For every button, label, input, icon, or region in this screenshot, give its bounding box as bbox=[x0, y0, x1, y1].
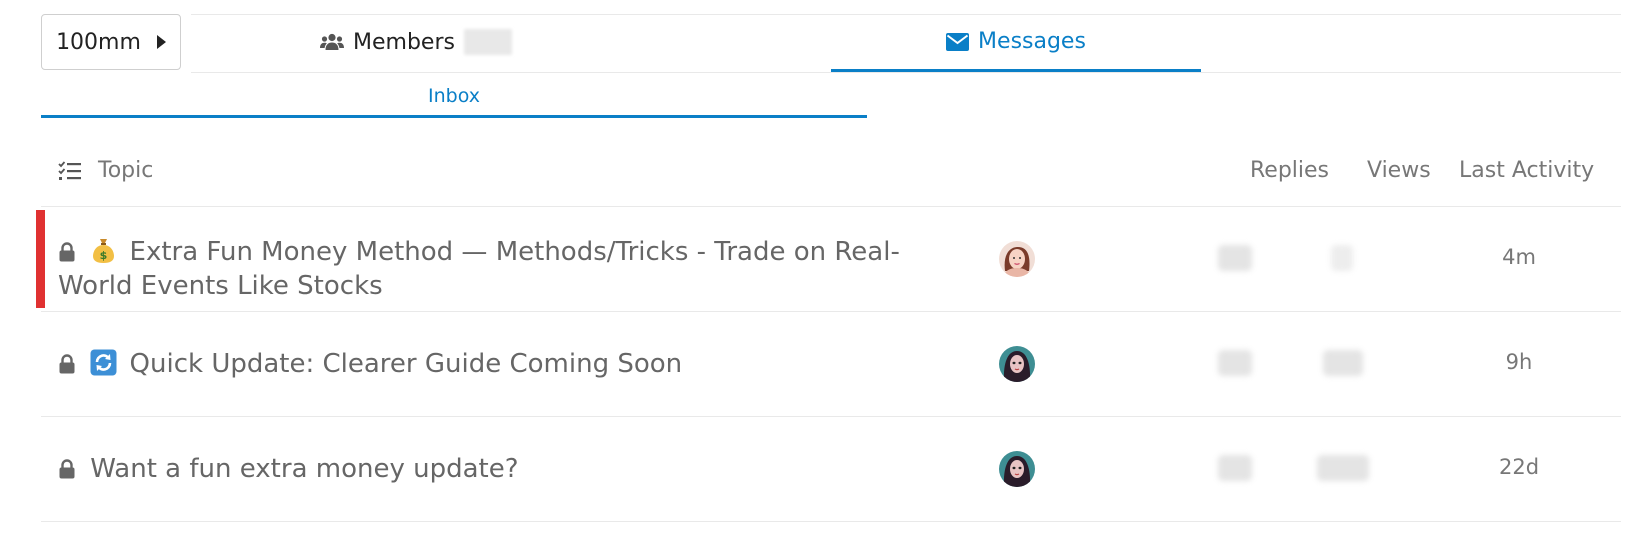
topic-title-link[interactable]: Quick Update: Clearer Guide Coming Soon bbox=[130, 349, 683, 379]
arrows-refresh-icon bbox=[90, 349, 117, 376]
topic-column-label: Topic bbox=[98, 158, 154, 183]
avatar[interactable] bbox=[999, 451, 1035, 487]
topic-list: Topic Replies Views Last Activity $ Extr… bbox=[36, 140, 1621, 522]
lock-icon bbox=[59, 242, 75, 262]
last-activity[interactable]: 9h bbox=[1469, 350, 1569, 374]
topic-row: $ Extra Fun Money Method — Methods/Trick… bbox=[36, 207, 1621, 312]
unread-highlight-bar bbox=[36, 210, 45, 308]
caret-right-icon bbox=[156, 35, 166, 49]
topic-list-header: Topic Replies Views Last Activity bbox=[41, 140, 1621, 207]
reply-count-redacted bbox=[1218, 245, 1252, 271]
lock-icon bbox=[59, 354, 75, 374]
topic-row: Want a fun extra money update? 22d bbox=[41, 417, 1621, 522]
envelope-icon bbox=[946, 32, 970, 51]
bulk-select-icon[interactable] bbox=[58, 160, 82, 181]
tab-members-label: Members bbox=[353, 29, 455, 55]
members-count-redacted bbox=[463, 29, 512, 55]
view-count-redacted bbox=[1331, 245, 1353, 271]
svg-text:$: $ bbox=[100, 249, 108, 262]
topic-title-link[interactable]: Want a fun extra money update? bbox=[90, 454, 518, 484]
avatar[interactable] bbox=[999, 241, 1035, 277]
top-nav: 100mm Members Messages bbox=[41, 14, 1621, 73]
topic-title-link[interactable]: Extra Fun Money Method — Methods/Tricks … bbox=[58, 237, 900, 301]
subtab-inbox[interactable]: Inbox bbox=[41, 76, 867, 118]
topic-title-cell: $ Extra Fun Money Method — Methods/Trick… bbox=[58, 235, 938, 303]
view-count-redacted bbox=[1317, 455, 1369, 481]
money-bag-icon: $ bbox=[93, 239, 115, 263]
user-menu-label: 100mm bbox=[56, 29, 141, 55]
tab-members[interactable]: Members bbox=[301, 14, 531, 70]
topic-column-header[interactable]: Topic bbox=[58, 158, 153, 183]
user-menu-button[interactable]: 100mm bbox=[41, 14, 181, 70]
view-count-redacted bbox=[1323, 350, 1363, 376]
replies-column-header[interactable]: Replies bbox=[1250, 158, 1329, 183]
activity-column-header[interactable]: Last Activity bbox=[1459, 158, 1594, 183]
topic-title-cell: Want a fun extra money update? bbox=[58, 452, 938, 486]
users-icon bbox=[320, 33, 345, 50]
topic-title-cell: Quick Update: Clearer Guide Coming Soon bbox=[58, 347, 938, 381]
tab-messages-label: Messages bbox=[978, 29, 1086, 54]
reply-count-redacted bbox=[1218, 455, 1252, 481]
last-activity[interactable]: 22d bbox=[1469, 455, 1569, 479]
topic-row: Quick Update: Clearer Guide Coming Soon … bbox=[41, 312, 1621, 417]
avatar[interactable] bbox=[999, 346, 1035, 382]
subtab-inbox-label: Inbox bbox=[428, 84, 480, 107]
reply-count-redacted bbox=[1218, 350, 1252, 376]
tab-messages[interactable]: Messages bbox=[831, 14, 1201, 72]
views-column-header[interactable]: Views bbox=[1367, 158, 1431, 183]
last-activity[interactable]: 4m bbox=[1469, 245, 1569, 269]
lock-icon bbox=[59, 459, 75, 479]
